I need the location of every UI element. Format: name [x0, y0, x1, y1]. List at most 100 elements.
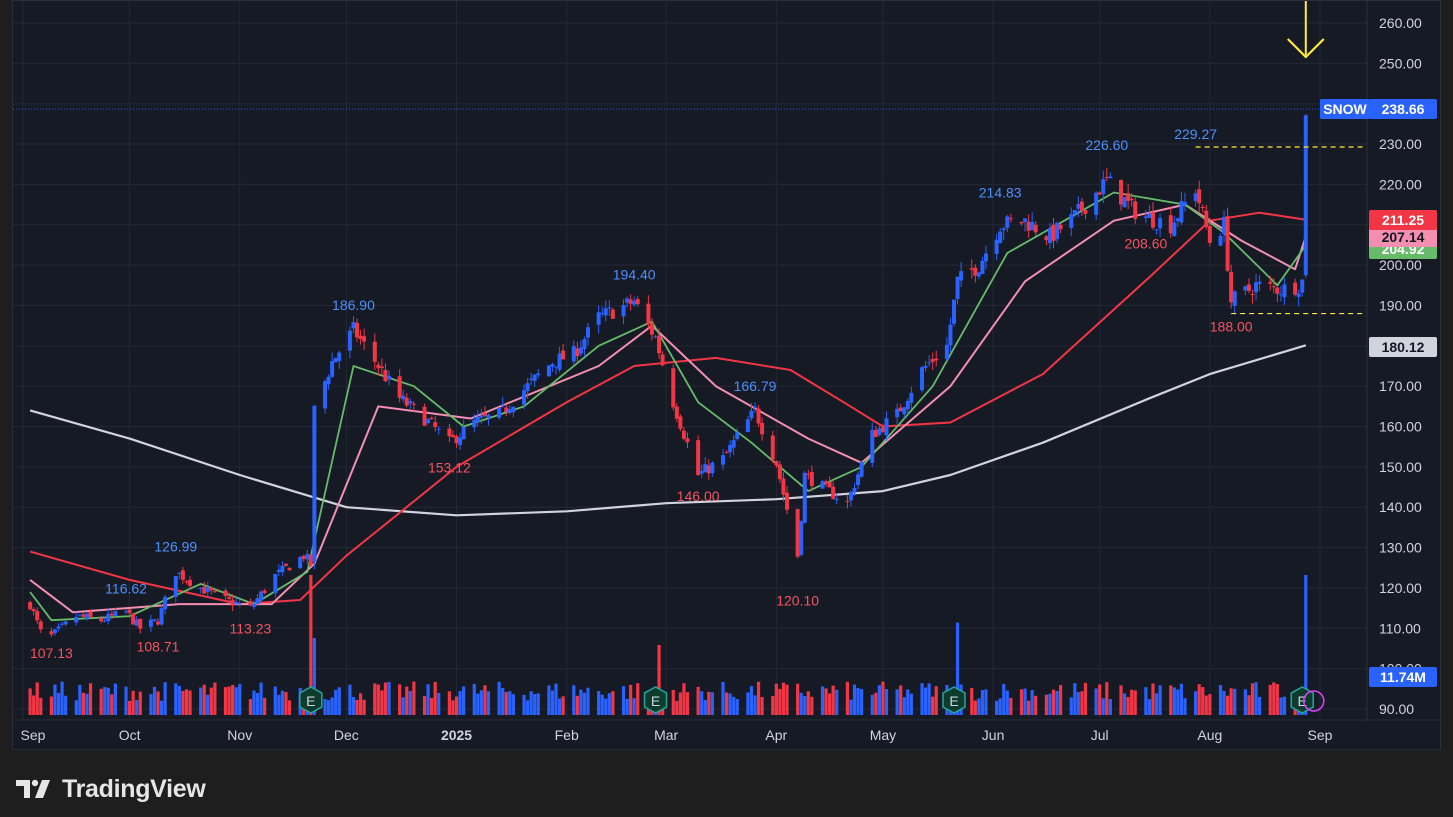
candle-body [724, 452, 729, 454]
price-chart[interactable]: 107.13 116.62 108.71 126.99 113.23 186.90 153.… [13, 1, 1442, 751]
volume-bar [611, 691, 615, 715]
price-axis-tick: 250.00 [1379, 55, 1422, 71]
volume-bar [35, 682, 39, 715]
volume-bar [483, 685, 487, 715]
candle-body [358, 335, 363, 339]
volume-bar [1002, 683, 1006, 715]
candle-body [1079, 201, 1084, 211]
volume-bar [74, 700, 78, 715]
candle-body [273, 574, 278, 594]
chart-panel[interactable]: 107.13 116.62 108.71 126.99 113.23 186.90 153.… [12, 0, 1442, 751]
candle-body [511, 406, 516, 413]
volume-bar [199, 687, 203, 715]
candle-body [1278, 294, 1283, 296]
candle-body [497, 407, 502, 418]
candle-body [944, 344, 949, 360]
volume-bar [529, 691, 533, 715]
candle-body [1058, 224, 1063, 230]
candle-body [1207, 226, 1212, 243]
candle-body [330, 361, 335, 377]
time-axis-label: Dec [334, 727, 359, 743]
high-label: 226.60 [1085, 137, 1128, 153]
candle-body [1182, 202, 1187, 206]
candle-body [831, 486, 836, 499]
candle-body [923, 365, 928, 368]
candle-body [760, 423, 765, 435]
candle-body [1293, 282, 1298, 295]
candle-body [799, 521, 804, 555]
volume-bar [497, 681, 501, 715]
candle-body [1218, 235, 1223, 246]
earnings-marker: E [942, 686, 966, 714]
time-axis-label: Nov [227, 727, 252, 743]
volume-bar [1027, 700, 1031, 715]
volume-bar [675, 700, 679, 715]
volume-bar [1279, 697, 1283, 715]
candle-body [148, 619, 153, 627]
candle-body [205, 587, 210, 592]
volume-bar [177, 685, 181, 715]
volume-bar [1105, 682, 1109, 715]
volume-bar [1073, 683, 1077, 715]
volume-bar [128, 700, 132, 715]
price-axis-tick: 90.00 [1379, 701, 1414, 717]
volume-bar [334, 689, 338, 715]
volume-bar [980, 690, 985, 715]
candle-body [994, 239, 999, 255]
candle-body [1243, 286, 1248, 291]
volume-bar [1250, 683, 1255, 715]
volume-bar [1119, 685, 1123, 715]
candle-body [959, 271, 964, 281]
volume-bar [522, 694, 526, 715]
candle-body [404, 397, 409, 406]
candle-body [1044, 236, 1049, 241]
volume-bar [362, 699, 366, 715]
volume-bar [984, 689, 988, 715]
price-axis-tick: 170.00 [1379, 378, 1422, 394]
volume-bar [433, 681, 437, 715]
volume-bar [621, 686, 626, 715]
candle-body [621, 304, 626, 317]
low-label: 188.00 [1210, 319, 1253, 335]
price-axis-tick: 140.00 [1379, 499, 1422, 515]
volume-bar [454, 696, 459, 715]
volume-bar [550, 690, 555, 715]
candle-body [433, 422, 438, 428]
volume-bar [874, 692, 878, 715]
candle-body [852, 488, 857, 493]
volume-bar [1005, 690, 1009, 715]
volume-bar [81, 692, 86, 715]
candle-body [1172, 222, 1177, 236]
price-axis-tick: 130.00 [1379, 540, 1422, 556]
candle-body [259, 591, 264, 601]
low-label: 113.23 [230, 620, 272, 636]
volume-bar [408, 690, 412, 715]
volume-bar [931, 696, 935, 715]
volume-bar [85, 693, 89, 715]
candle-body [685, 438, 690, 443]
candle-body [1303, 115, 1308, 276]
volume-bar [597, 691, 601, 715]
candle-body [280, 565, 285, 573]
high-label: 166.79 [734, 378, 777, 394]
volume-bar [781, 682, 786, 715]
candle-body [408, 401, 413, 404]
volume-bar [412, 681, 416, 715]
candle-body [458, 437, 463, 446]
volume-bar [1048, 693, 1052, 715]
price-axis-tick: 220.00 [1379, 176, 1422, 192]
candle-body [657, 335, 662, 354]
candle-body [674, 406, 679, 419]
candle-body [529, 378, 534, 380]
candle-body [859, 461, 864, 477]
candle-body [262, 590, 267, 593]
candle-body [1271, 286, 1276, 288]
volume-bar [39, 697, 43, 715]
volume-bar [756, 681, 761, 715]
volume-bar [1147, 699, 1152, 715]
candle-body [1126, 193, 1131, 201]
candle-body [1069, 214, 1074, 229]
volume-bar [184, 689, 189, 715]
volume-bar [355, 699, 359, 715]
volume-bar [977, 698, 981, 715]
